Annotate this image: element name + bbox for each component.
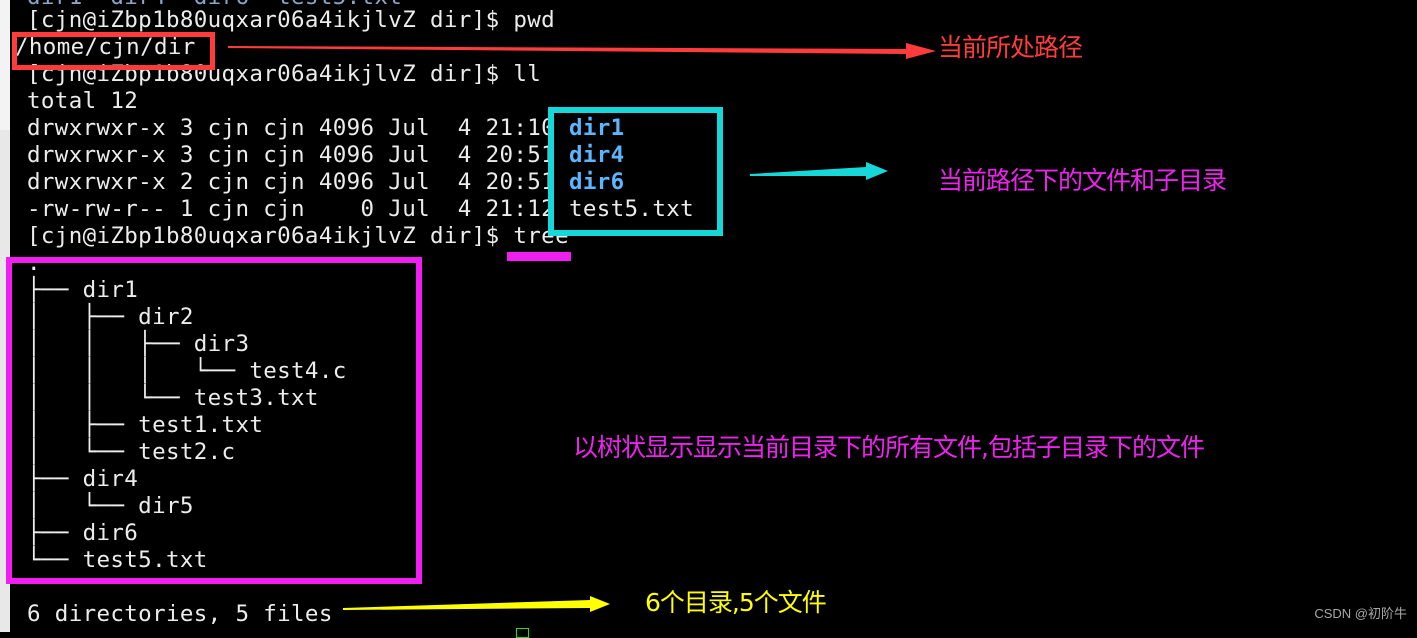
ll-annotation: 当前路径下的文件和子目录: [938, 166, 1227, 195]
tree-summary: 6 directories, 5 files: [27, 601, 333, 627]
ll-names-highlight-box: [548, 107, 723, 236]
command-ll: ll: [513, 61, 542, 87]
ll-row: drwxrwxr-x 3 cjn cjn 4096 Jul 4 21:10 di…: [27, 115, 625, 142]
ll-row: drwxrwxr-x 3 cjn cjn 4096 Jul 4 20:51 di…: [27, 142, 625, 169]
ll-total: total 12: [27, 88, 139, 114]
shell-prompt: [cjn@iZbp1b80uqxar06a4ikjlvZ dir]$: [27, 223, 514, 249]
ll-row-meta: drwxrwxr-x 3 cjn cjn 4096 Jul 4 21:10: [27, 115, 569, 141]
summary-annotation: 6个目录,5个文件: [645, 588, 827, 617]
ll-row-meta: -rw-rw-r-- 1 cjn cjn 0 Jul 4 21:12: [27, 196, 569, 222]
prompt-line-tree: [cjn@iZbp1b80uqxar06a4ikjlvZ dir]$ tree: [27, 223, 569, 250]
tree-annotation: 以树状显示显示当前目录下的所有文件,包括子目录下的文件: [573, 433, 1205, 462]
tree-output-highlight-box: [6, 257, 422, 584]
shell-prompt: [cjn@iZbp1b80uqxar06a4ikjlvZ dir]$: [27, 7, 514, 33]
pwd-annotation: 当前所处路径: [938, 33, 1083, 62]
ll-row-meta: drwxrwxr-x 2 cjn cjn 4096 Jul 4 20:51: [27, 169, 569, 195]
csdn-watermark: CSDN @初阶牛: [1314, 606, 1407, 621]
ll-row-meta: drwxrwxr-x 3 cjn cjn 4096 Jul 4 20:51: [27, 142, 569, 168]
tree-command-underline: [507, 252, 571, 261]
prompt-line-pwd: [cjn@iZbp1b80uqxar06a4ikjlvZ dir]$ pwd: [27, 7, 555, 34]
ll-row: drwxrwxr-x 2 cjn cjn 4096 Jul 4 20:51 di…: [27, 169, 625, 196]
terminal-cursor: [516, 628, 529, 638]
command-pwd: pwd: [513, 7, 556, 33]
pwd-highlight-box: [12, 32, 215, 70]
